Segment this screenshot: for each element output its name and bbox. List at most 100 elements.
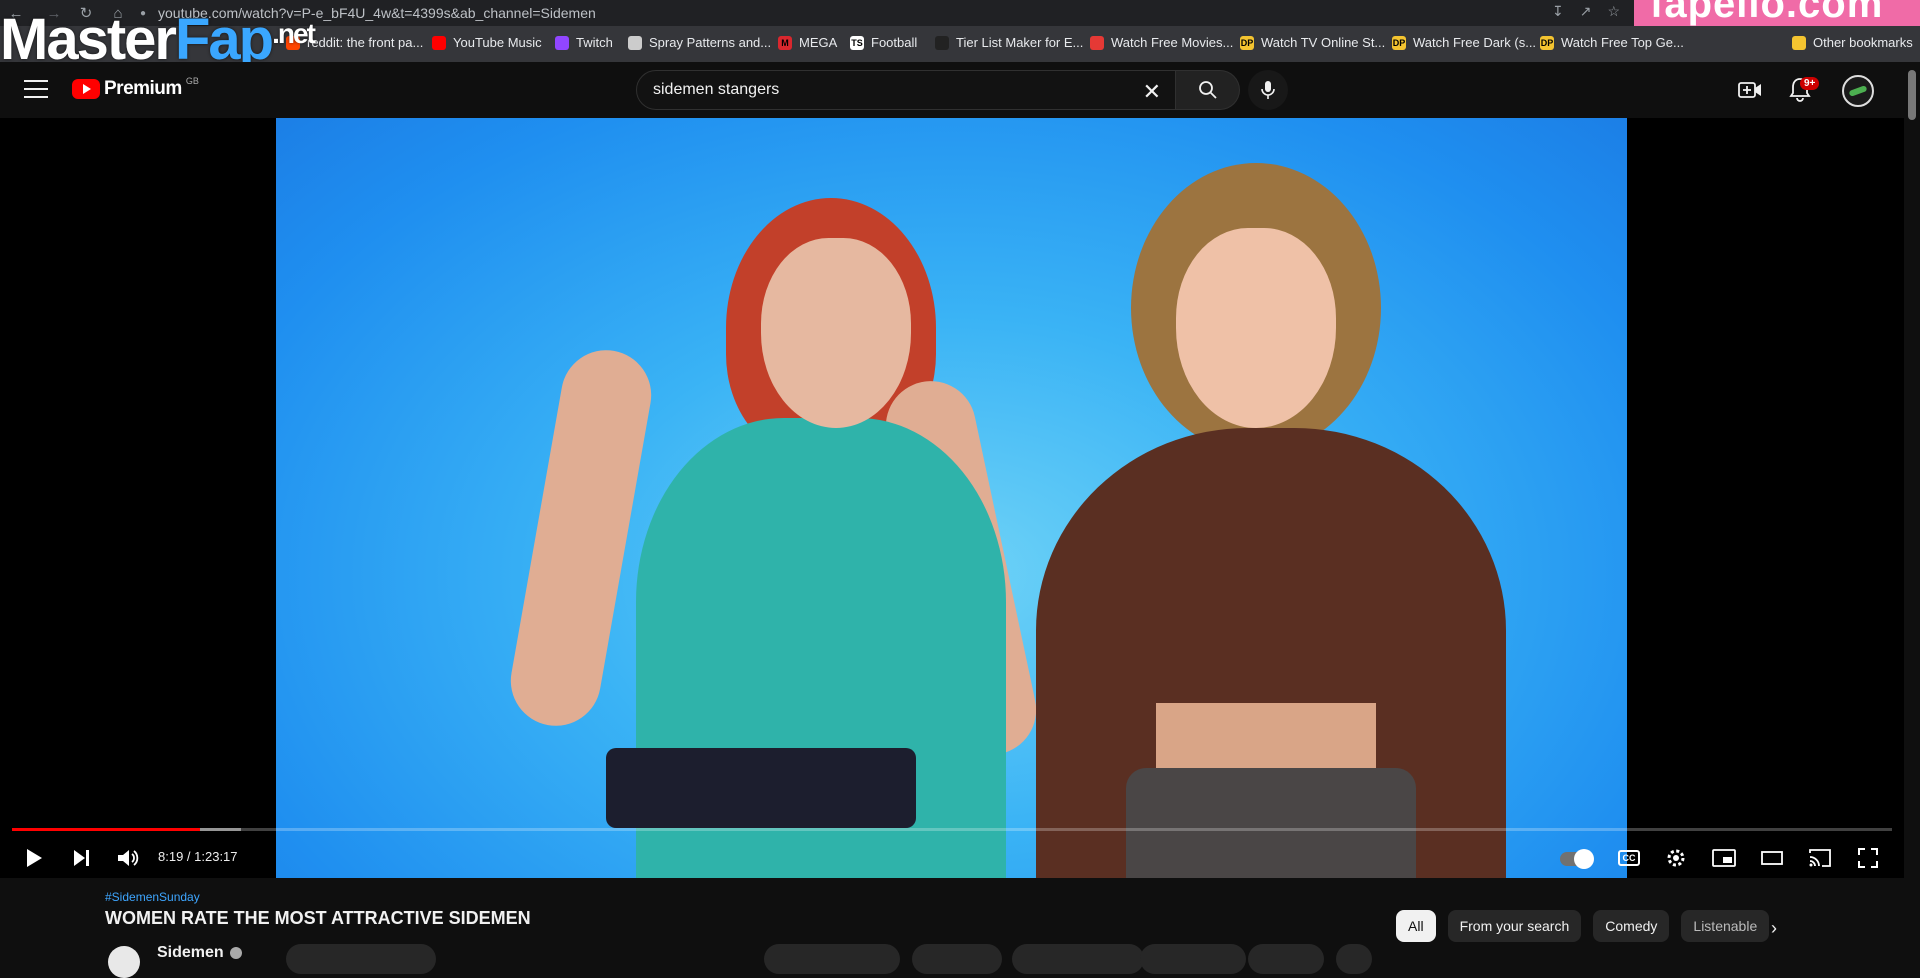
theater-icon bbox=[1761, 851, 1783, 865]
bookmark-favicon-icon bbox=[555, 35, 569, 50]
person-right-face bbox=[1176, 228, 1336, 428]
bookmark-label: Football bbox=[871, 35, 918, 50]
create-video-icon[interactable] bbox=[1738, 79, 1762, 101]
gear-icon bbox=[1667, 849, 1685, 867]
clip-button[interactable] bbox=[1248, 944, 1324, 974]
star-icon[interactable]: ☆ bbox=[1607, 3, 1620, 20]
bookmark-item[interactable]: YouTube Music bbox=[432, 35, 542, 50]
play-icon bbox=[27, 849, 42, 867]
bookmark-label: MEGA bbox=[799, 35, 838, 50]
bookmark-label: Watch TV Online St... bbox=[1261, 35, 1386, 50]
share-button[interactable] bbox=[912, 944, 1002, 974]
search-icon bbox=[1198, 81, 1217, 99]
video-frame[interactable] bbox=[276, 118, 1627, 878]
clear-search-icon[interactable]: ✕ bbox=[1143, 79, 1161, 105]
channel-avatar[interactable] bbox=[108, 946, 140, 978]
cast-button[interactable] bbox=[1808, 846, 1832, 870]
bookmark-item[interactable]: Watch Free Movies... bbox=[1090, 35, 1233, 50]
volume-icon bbox=[118, 850, 139, 866]
progress-bar[interactable] bbox=[12, 828, 1892, 831]
page-scrollbar[interactable] bbox=[1904, 62, 1920, 960]
search-input[interactable] bbox=[653, 81, 1093, 99]
subtitles-button[interactable]: CC bbox=[1618, 850, 1640, 866]
theater-mode-button[interactable] bbox=[1760, 846, 1784, 870]
bookmark-favicon-icon bbox=[432, 35, 446, 50]
other-bookmarks-folder[interactable]: Other bookmarks bbox=[1792, 35, 1913, 50]
youtube-play-icon bbox=[72, 79, 100, 99]
bookmark-favicon-icon: DP bbox=[1392, 35, 1406, 50]
bookmark-label: Twitch bbox=[576, 35, 613, 50]
play-button[interactable] bbox=[22, 846, 46, 870]
like-dislike-button[interactable] bbox=[764, 944, 900, 974]
video-hashtag[interactable]: #SidemenSunday bbox=[105, 890, 200, 904]
url-actions: ↧ ↗ ☆ bbox=[1552, 3, 1620, 20]
yt-header: Premium GB ✕ bbox=[0, 62, 1920, 118]
channel-name-row[interactable]: Sidemen bbox=[157, 944, 242, 962]
menu-icon[interactable] bbox=[24, 80, 48, 98]
bookmark-item[interactable]: Twitch bbox=[555, 35, 613, 50]
thanks-button[interactable] bbox=[1140, 944, 1246, 974]
download-icon[interactable]: ↧ bbox=[1552, 3, 1564, 20]
person-left-belt bbox=[606, 748, 916, 828]
person-left-face bbox=[761, 238, 911, 428]
folder-icon bbox=[1792, 35, 1806, 50]
other-bookmarks-label: Other bookmarks bbox=[1813, 35, 1913, 50]
bookmark-favicon-icon bbox=[628, 35, 642, 50]
settings-button[interactable] bbox=[1664, 846, 1688, 870]
autoplay-toggle[interactable] bbox=[1560, 849, 1594, 869]
bookmark-label: reddit: the front pa... bbox=[307, 35, 424, 50]
bookmark-item[interactable]: M MEGA bbox=[778, 35, 837, 50]
filter-chip[interactable]: From your search bbox=[1447, 910, 1582, 942]
subscribe-button[interactable] bbox=[286, 944, 436, 974]
bookmark-favicon-icon: DP bbox=[1540, 35, 1554, 50]
bookmark-favicon-icon: M bbox=[778, 35, 792, 50]
bookmark-item[interactable]: Tier List Maker for E... bbox=[935, 35, 1083, 50]
next-icon bbox=[74, 850, 89, 866]
bookmark-label: Watch Free Movies... bbox=[1111, 35, 1234, 50]
player-controls: 8:19 / 1:23:17 CC bbox=[0, 838, 1904, 878]
logo-text: Premium bbox=[104, 78, 182, 99]
bookmark-favicon-icon: DP bbox=[1240, 35, 1254, 50]
search-button[interactable] bbox=[1176, 70, 1240, 110]
ad-banner[interactable]: fapello.com bbox=[1634, 0, 1920, 26]
verified-icon bbox=[229, 947, 242, 959]
bookmark-favicon-icon bbox=[1090, 35, 1104, 50]
scrollbar-thumb[interactable] bbox=[1908, 70, 1916, 120]
miniplayer-button[interactable] bbox=[1712, 846, 1736, 870]
share-icon[interactable]: ↗ bbox=[1580, 3, 1592, 20]
recommendation-chips: All From your search Comedy Listenable bbox=[1396, 910, 1770, 942]
bookmark-label: YouTube Music bbox=[453, 35, 542, 50]
played-bar bbox=[12, 828, 200, 831]
bookmark-label: Spray Patterns and... bbox=[649, 35, 772, 50]
bookmark-item[interactable]: TS Football bbox=[850, 35, 917, 50]
volume-button[interactable] bbox=[116, 846, 140, 870]
cast-icon bbox=[1809, 849, 1831, 867]
bookmark-favicon-icon: TS bbox=[850, 35, 864, 50]
youtube-logo[interactable]: Premium GB bbox=[72, 76, 199, 100]
microphone-icon bbox=[1261, 81, 1275, 99]
account-avatar[interactable] bbox=[1842, 75, 1874, 107]
filter-chip[interactable]: Listenable bbox=[1681, 910, 1770, 942]
filter-chip[interactable]: All bbox=[1396, 910, 1436, 942]
miniplayer-icon bbox=[1712, 849, 1736, 867]
channel-name[interactable]: Sidemen bbox=[157, 944, 224, 962]
voice-search-button[interactable] bbox=[1248, 70, 1288, 110]
bookmark-label: Watch Free Dark (s... bbox=[1413, 35, 1537, 50]
video-player[interactable]: 8:19 / 1:23:17 CC bbox=[0, 118, 1904, 878]
ad-banner-text: fapello.com bbox=[1650, 0, 1884, 26]
download-button[interactable] bbox=[1012, 944, 1144, 974]
bookmark-item[interactable]: Spray Patterns and... bbox=[628, 35, 771, 50]
filter-chip[interactable]: Comedy bbox=[1593, 910, 1670, 942]
bookmark-label: Tier List Maker for E... bbox=[956, 35, 1084, 50]
time-display: 8:19 / 1:23:17 bbox=[158, 849, 238, 864]
region-code: GB bbox=[185, 76, 199, 86]
bookmark-item[interactable]: DP Watch Free Top Ge... bbox=[1540, 35, 1684, 50]
next-button[interactable] bbox=[70, 846, 94, 870]
notification-badge: 9+ bbox=[1800, 77, 1820, 90]
bookmark-item[interactable]: DP Watch TV Online St... bbox=[1240, 35, 1385, 50]
chevron-right-icon[interactable]: › bbox=[1762, 918, 1786, 938]
bookmark-item[interactable]: DP Watch Free Dark (s... bbox=[1392, 35, 1536, 50]
fullscreen-button[interactable] bbox=[1856, 846, 1880, 870]
more-actions-button[interactable] bbox=[1336, 944, 1372, 974]
bookmark-label: Watch Free Top Ge... bbox=[1561, 35, 1684, 50]
